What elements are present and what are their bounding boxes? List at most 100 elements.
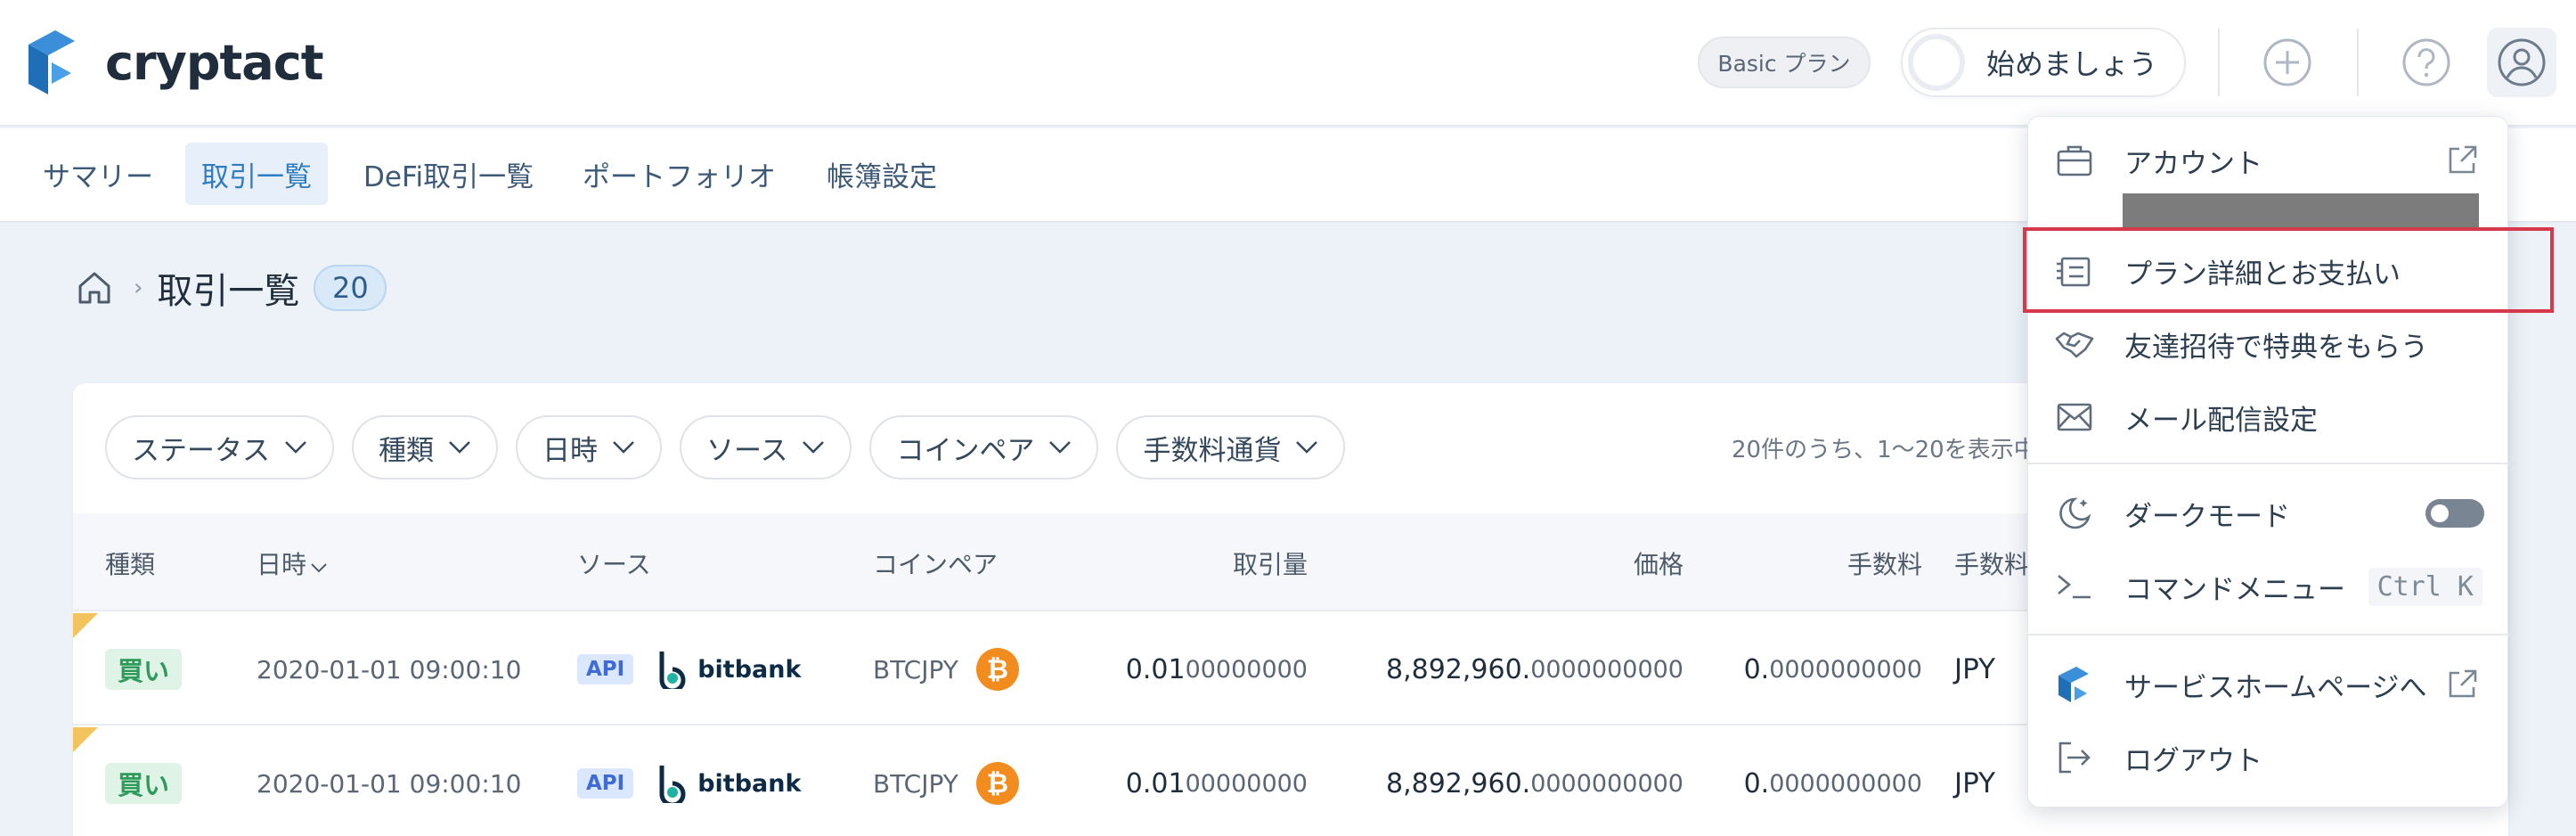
cryptact-logo-icon xyxy=(2058,667,2089,702)
menu-divider xyxy=(2028,227,2509,229)
price-dec: 0000000000 xyxy=(1530,655,1683,684)
tab-portfolio[interactable]: ポートフォリオ xyxy=(567,143,792,205)
exchange-name: bitbank xyxy=(697,655,802,684)
volume-dec: 00000000 xyxy=(1185,769,1308,798)
brand-logo[interactable]: cryptact xyxy=(25,29,324,96)
chevron-down-icon xyxy=(1296,441,1318,454)
bitbank-icon xyxy=(659,766,686,803)
handshake-icon xyxy=(2055,332,2094,358)
dark-mode-toggle[interactable] xyxy=(2425,499,2484,528)
bitbank-icon xyxy=(659,652,686,689)
logout-icon xyxy=(2058,742,2091,774)
plus-circle-icon xyxy=(2263,38,2311,86)
fee-int: 0. xyxy=(1743,767,1770,799)
type-badge: 買い xyxy=(105,649,183,690)
help-button[interactable] xyxy=(2394,30,2458,94)
toggle-knob xyxy=(2431,504,2449,522)
sort-chevron-icon xyxy=(311,563,327,573)
bitcoin-icon: ₿ xyxy=(975,762,1019,805)
menu-item-account[interactable]: アカウント xyxy=(2028,127,2509,193)
api-badge: API xyxy=(577,768,634,799)
tab-summary[interactable]: サマリー xyxy=(27,143,169,205)
filter-source[interactable]: ソース xyxy=(680,415,852,479)
progress-ring-icon xyxy=(1908,34,1965,91)
breadcrumb: › 取引一覧 20 xyxy=(75,258,387,317)
api-badge: API xyxy=(577,654,634,684)
filter-status[interactable]: ステータス xyxy=(105,415,334,479)
header-divider xyxy=(2218,29,2220,96)
volume-int: 0.01 xyxy=(1125,767,1186,799)
user-menu-button[interactable] xyxy=(2487,28,2556,97)
mail-icon xyxy=(2057,403,2092,431)
redacted-email xyxy=(2123,193,2479,229)
filter-datetime[interactable]: 日時 xyxy=(516,415,662,479)
filter-label: 手数料通貨 xyxy=(1143,434,1282,467)
col-datetime-label: 日時 xyxy=(257,550,307,579)
menu-item-plan-details[interactable]: プラン詳細とお支払い xyxy=(2028,238,2509,304)
chevron-down-icon xyxy=(449,441,470,454)
volume-dec: 00000000 xyxy=(1185,655,1308,684)
breadcrumb-separator: › xyxy=(134,275,143,301)
getting-started-button[interactable]: 始めましょう xyxy=(1901,28,2186,97)
exchange-name: bitbank xyxy=(697,769,802,798)
filter-label: 日時 xyxy=(542,434,598,467)
header-divider xyxy=(2357,29,2359,96)
datetime-cell: 2020-01-01 09:00:10 xyxy=(257,768,522,799)
pair-label: BTCJPY xyxy=(873,768,958,799)
menu-label: コマンドメニュー xyxy=(2124,573,2345,606)
menu-label: プラン詳細とお支払い xyxy=(2124,258,2401,291)
chevron-down-icon xyxy=(1049,441,1072,454)
filter-label: 種類 xyxy=(379,434,434,467)
result-count-text: 20件のうち、1〜20を表示中 xyxy=(1732,437,2037,463)
type-badge: 買い xyxy=(105,763,183,804)
menu-label: 友達招待で特典をもらう xyxy=(2124,331,2428,364)
fee-dec: 0000000000 xyxy=(1769,769,1922,798)
fee-dec: 0000000000 xyxy=(1769,655,1922,684)
menu-divider xyxy=(2028,634,2509,635)
chevron-down-icon xyxy=(285,441,306,454)
col-pair[interactable]: コインペア xyxy=(873,545,998,581)
transaction-count-badge: 20 xyxy=(314,265,387,311)
fee-int: 0. xyxy=(1743,653,1770,685)
price-int: 8,892,960. xyxy=(1385,767,1531,799)
col-source[interactable]: ソース xyxy=(577,545,651,581)
menu-item-mail-settings[interactable]: メール配信設定 xyxy=(2028,384,2509,450)
col-fee[interactable]: 手数料 xyxy=(1765,545,1922,581)
datetime-cell: 2020-01-01 09:00:10 xyxy=(257,654,522,684)
col-price[interactable]: 価格 xyxy=(1498,545,1683,581)
tab-ledger-settings[interactable]: 帳簿設定 xyxy=(811,143,953,205)
tab-transactions[interactable]: 取引一覧 xyxy=(185,143,328,205)
menu-item-dark-mode[interactable]: ダークモード xyxy=(2028,480,2509,546)
col-volume[interactable]: 取引量 xyxy=(1142,545,1308,581)
exchange-logo: bitbank xyxy=(656,764,801,803)
receipt-icon xyxy=(2057,257,2091,287)
menu-item-command-menu[interactable]: コマンドメニュー Ctrl K xyxy=(2028,553,2509,619)
menu-item-service-home[interactable]: サービスホームページへ xyxy=(2028,652,2509,717)
filter-bar: ステータス 種類 日時 ソース コインペア 手数料通貨 xyxy=(105,415,1346,479)
pair-label: BTCJPY xyxy=(873,654,958,684)
chevron-down-icon xyxy=(613,441,634,454)
home-icon[interactable] xyxy=(75,268,114,307)
bitcoin-icon: ₿ xyxy=(975,648,1019,691)
filter-label: コインペア xyxy=(896,434,1035,467)
col-datetime[interactable]: 日時 xyxy=(257,545,328,581)
tab-defi-transactions[interactable]: DeFi取引一覧 xyxy=(347,143,550,205)
filter-fee-currency[interactable]: 手数料通貨 xyxy=(1116,415,1346,479)
menu-item-referral[interactable]: 友達招待で特典をもらう xyxy=(2028,311,2509,377)
menu-item-logout[interactable]: ログアウト xyxy=(2028,725,2509,791)
external-link-icon xyxy=(2449,145,2477,174)
menu-label: サービスホームページへ xyxy=(2124,671,2427,704)
plan-badge[interactable]: Basic プラン xyxy=(1698,37,1871,88)
col-type[interactable]: 種類 xyxy=(105,545,155,581)
moon-icon xyxy=(2059,497,2091,529)
external-link-icon xyxy=(2449,669,2477,698)
price-int: 8,892,960. xyxy=(1385,653,1531,685)
col-fee-currency[interactable]: 手数料 xyxy=(1954,545,2029,581)
filter-type[interactable]: 種類 xyxy=(352,415,498,479)
brand-name: cryptact xyxy=(105,34,324,91)
cryptact-logo-icon xyxy=(29,30,75,94)
add-button[interactable] xyxy=(2255,30,2319,94)
filter-coin-pair[interactable]: コインペア xyxy=(869,415,1099,479)
chevron-down-icon xyxy=(803,441,825,454)
menu-label: ダークモード xyxy=(2124,500,2290,533)
